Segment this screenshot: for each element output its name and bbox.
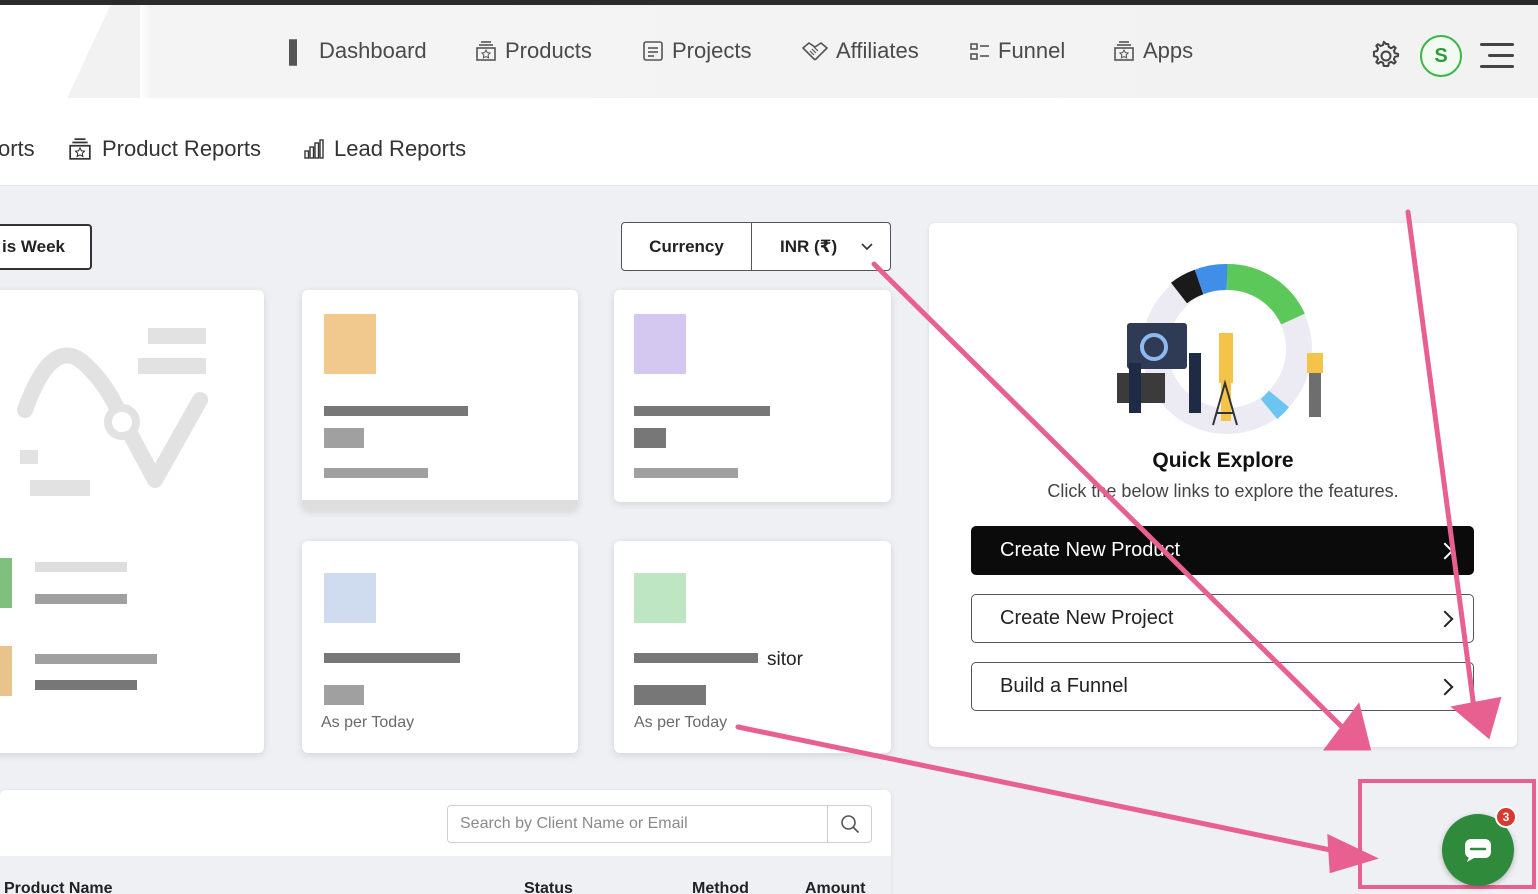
blurred-text [35, 594, 127, 604]
stat-card-footer: As per Today [634, 714, 728, 731]
stat-card-overview [0, 290, 264, 753]
subnav-product-reports[interactable]: Product Reports [68, 136, 261, 162]
create-new-product-label: Create New Product [1000, 539, 1181, 561]
bar-chart-icon [304, 139, 324, 159]
currency-select[interactable]: Currency INR (₹) [621, 222, 891, 271]
create-new-project-label: Create New Project [1000, 607, 1174, 629]
stat-card-2 [614, 290, 891, 502]
user-avatar[interactable]: S [1420, 35, 1462, 77]
search-input[interactable] [448, 806, 827, 842]
column-header[interactable]: Amount [805, 880, 865, 894]
currency-label: Currency [622, 223, 752, 270]
blurred-text [634, 468, 738, 478]
blurred-icon [324, 573, 376, 623]
blurred-text [35, 654, 157, 664]
blurred-icon [634, 573, 686, 623]
transactions-table: Product Name Status Method Amount [0, 790, 891, 894]
nav-projects[interactable]: Projects [642, 38, 751, 64]
nav-dashboard[interactable]: Dashboard [289, 38, 427, 66]
blurred-bar [302, 500, 578, 510]
chat-icon [1465, 839, 1491, 862]
top-navigation: Dashboard Products Projects Affiliates F… [0, 5, 1538, 98]
reports-subnav: orts Product Reports Lead Reports [0, 98, 1538, 186]
funnel-icon [970, 43, 989, 60]
table-header: Product Name Status Method Amount [0, 856, 891, 894]
header-actions: S [1370, 35, 1514, 77]
chevron-right-icon [1436, 610, 1454, 627]
menu-icon[interactable] [1480, 43, 1514, 69]
chevron-right-icon [1436, 678, 1454, 695]
stat-card-4: sitor As per Today [614, 541, 891, 753]
blurred-text [634, 653, 758, 663]
projects-doc-icon [643, 41, 663, 61]
blurred-icon [324, 314, 376, 374]
blurred-icon [0, 558, 12, 608]
nav-products-label: Products [505, 38, 592, 63]
quick-explore-panel: Quick Explore Click the below links to e… [929, 223, 1517, 747]
nav-funnel-label: Funnel [998, 38, 1066, 63]
blurred-icon [634, 314, 686, 374]
quick-explore-description: Click the below links to explore the fea… [1047, 481, 1399, 501]
nav-products[interactable]: Products [475, 38, 592, 64]
stat-card-1 [302, 290, 578, 510]
chevron-down-icon [861, 242, 873, 250]
column-header[interactable]: Method [692, 880, 749, 894]
subnav-lead-reports[interactable]: Lead Reports [304, 136, 466, 162]
search-icon [840, 815, 859, 834]
column-header[interactable]: Status [524, 880, 573, 894]
gear-icon[interactable] [1370, 40, 1402, 72]
search-button[interactable] [827, 806, 871, 842]
subnav-lead-reports-label: Lead Reports [334, 136, 467, 161]
subnav-product-reports-label: Product Reports [102, 136, 261, 161]
build-funnel-button[interactable]: Build a Funnel [971, 662, 1474, 711]
blurred-value [634, 428, 666, 448]
client-search [447, 805, 872, 843]
currency-value[interactable]: INR (₹) [752, 223, 890, 270]
blurred-text [35, 562, 127, 572]
nav-apps[interactable]: Apps [1113, 38, 1193, 64]
subnav-reports[interactable]: orts [0, 136, 35, 162]
stat-card-3: As per Today [302, 541, 578, 753]
create-new-product-button[interactable]: Create New Product [971, 526, 1474, 575]
blurred-text [324, 468, 428, 478]
blurred-value [324, 685, 364, 705]
week-filter-button[interactable]: is Week [0, 224, 92, 270]
nav-affiliates[interactable]: Affiliates [802, 38, 919, 64]
team-illustration [1117, 263, 1323, 434]
blurred-text [324, 653, 460, 663]
blurred-value [634, 685, 706, 705]
logo-area [0, 5, 140, 98]
blurred-text [35, 680, 137, 690]
create-new-project-button[interactable]: Create New Project [971, 594, 1474, 643]
nav-projects-label: Projects [672, 38, 752, 63]
nav-dashboard-label: Dashboard [319, 38, 427, 63]
nav-apps-label: Apps [1143, 38, 1194, 63]
handshake-icon [802, 42, 828, 61]
blurred-text [634, 406, 770, 416]
build-funnel-label: Build a Funnel [1000, 675, 1128, 697]
dashboard-grid-icon [289, 39, 311, 66]
stat-card-title: sitor [767, 649, 803, 670]
blurred-value [324, 428, 364, 448]
blurred-icon [0, 646, 12, 696]
chevron-right-icon [1436, 542, 1454, 559]
chart-placeholder-icon [17, 328, 208, 496]
nav-funnel[interactable]: Funnel [970, 38, 1065, 64]
subnav-reports-label: orts [0, 136, 35, 161]
nav-affiliates-label: Affiliates [836, 38, 919, 63]
chat-notification-badge: 3 [1495, 806, 1517, 828]
apps-box-icon [1114, 41, 1134, 61]
products-box-icon [476, 41, 496, 61]
column-header[interactable]: Product Name [4, 880, 112, 894]
stat-card-footer: As per Today [321, 714, 415, 731]
quick-explore-title: Quick Explore [1152, 449, 1294, 472]
products-box-icon [69, 138, 91, 160]
blurred-text [324, 406, 468, 416]
currency-value-text: INR (₹) [780, 236, 838, 256]
